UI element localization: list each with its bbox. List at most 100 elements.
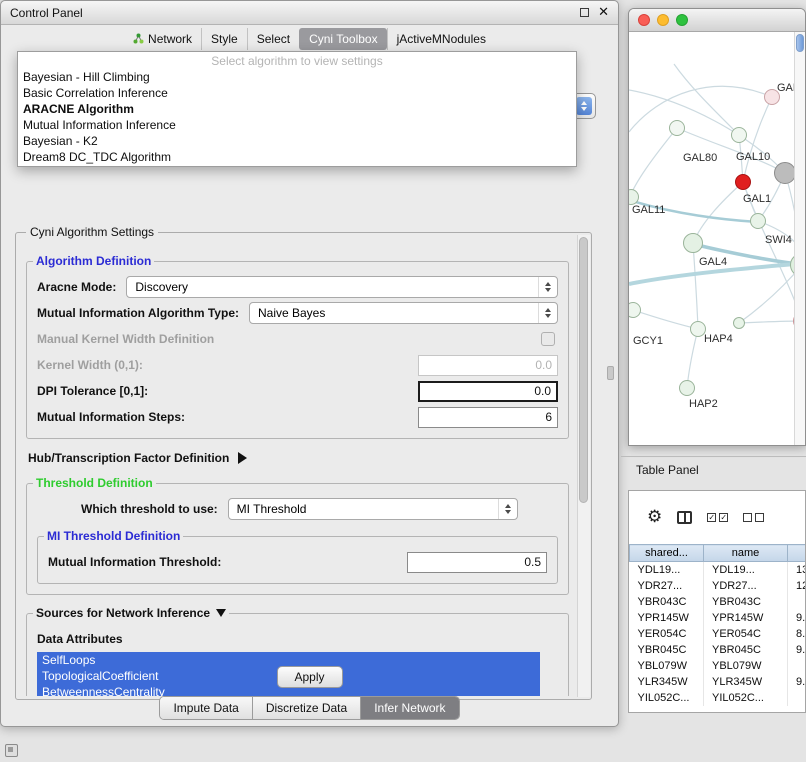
table-cell [788,658,806,674]
mi-steps-label: Mutual Information Steps: [37,410,185,424]
table-cell [788,594,806,610]
dpi-tolerance-field[interactable]: 0.0 [418,381,558,402]
combo-stepper-icon [576,97,592,115]
table-row[interactable]: YDR27...YDR27...12 [630,578,806,594]
which-threshold-select[interactable]: MI Threshold [228,498,518,520]
select-all-columns-icon[interactable]: ✓✓ [707,513,728,522]
mi-steps-field[interactable]: 6 [418,407,558,428]
table-row[interactable]: YBR045CYBR045C9. [630,642,806,658]
network-node[interactable] [731,127,747,143]
table-row[interactable]: YLR345WYLR345W9. [630,674,806,690]
control-panel-titlebar[interactable]: Control Panel ✕ [1,1,618,25]
table-row[interactable]: YBL079WYBL079W [630,658,806,674]
table-cell: YER054C [704,626,788,642]
network-node[interactable] [669,120,685,136]
menu-item-mutual-information[interactable]: Mutual Information Inference [18,117,576,133]
network-node[interactable] [774,162,796,184]
table-cell: 9. [788,642,806,658]
close-icon[interactable]: ✕ [598,6,609,19]
expand-arrow-icon[interactable] [238,452,247,464]
data-attributes-label: Data Attributes [37,632,558,646]
table-row[interactable]: YDL19...YDL19...13 [630,562,806,578]
node-attribute-table: shared... name YDL19...YDL19...13YDR27..… [629,544,806,706]
tab-jactivemnodules[interactable]: jActiveMNodules [387,28,495,50]
minimize-traffic-light-icon[interactable] [657,14,669,26]
close-traffic-light-icon[interactable] [638,14,650,26]
table-cell: YDL19... [630,562,704,578]
gear-icon[interactable]: ⚙ [647,509,662,526]
network-scrollbar[interactable] [794,32,805,445]
restore-panel-icon[interactable] [5,744,18,757]
tab-impute-data[interactable]: Impute Data [160,697,251,719]
table-cell: YBL079W [704,658,788,674]
network-canvas[interactable]: GALGAL80GAL10GAL11GAL1SWI4GAL4GCY1HAP4HA… [629,32,805,446]
mi-threshold-row: Mutual Information Threshold: 0.5 [48,551,547,573]
network-node[interactable] [683,233,703,253]
panel-splitter-handle[interactable] [607,366,614,380]
menu-item-aracne[interactable]: ARACNE Algorithm [18,101,576,117]
table-cell: YBR045C [630,642,704,658]
which-threshold-row: Which threshold to use: MI Threshold [37,498,558,520]
column-header-extra[interactable] [788,545,806,562]
mi-threshold-label: Mutual Information Threshold: [48,555,221,569]
threshold-definition-group: Threshold Definition Which threshold to … [26,483,569,595]
dpi-tolerance-row: DPI Tolerance [0,1]: 0.0 [37,380,558,402]
table-cell: YDR27... [630,578,704,594]
table-body: YDL19...YDL19...13YDR27...YDR27...12YBR0… [630,562,806,706]
network-node-label: HAP4 [704,333,733,345]
table-row[interactable]: YBR043CYBR043C [630,594,806,610]
network-node[interactable] [733,317,745,329]
network-node[interactable] [735,174,751,190]
combo-arrows-icon [538,277,557,297]
settings-scrollbar[interactable] [577,235,590,697]
hub-tf-section-header[interactable]: Hub/Transcription Factor Definition [28,451,567,465]
menu-item-dream8[interactable]: Dream8 DC_TDC Algorithm [18,149,576,165]
table-cell: 12 [788,578,806,594]
tab-style[interactable]: Style [201,28,247,50]
table-cell: YPR145W [630,610,704,626]
settings-scrollbar-thumb[interactable] [579,237,588,503]
network-window-titlebar[interactable] [629,9,805,32]
settings-scroll-area: Algorithm Definition Aracne Mode: Discov… [22,239,573,696]
table-cell: YBR045C [704,642,788,658]
table-row[interactable]: YPR145WYPR145W9. [630,610,806,626]
table-row[interactable]: YER054CYER054C8. [630,626,806,642]
tab-discretize-data[interactable]: Discretize Data [252,697,360,719]
table-row[interactable]: YIL052C...YIL052C... [630,690,806,706]
network-node[interactable] [750,213,766,229]
mi-threshold-field[interactable]: 0.5 [407,552,547,573]
menu-item-bayesian-hill-climbing[interactable]: Bayesian - Hill Climbing [18,69,576,85]
manual-kernel-width-checkbox[interactable] [541,332,555,346]
kernel-width-field[interactable]: 0.0 [418,355,558,376]
table-cell: 8. [788,626,806,642]
aracne-mode-select[interactable]: Discovery [126,276,558,298]
apply-button[interactable]: Apply [277,666,343,688]
table-cell: YIL052C... [630,690,704,706]
kernel-width-label: Kernel Width (0,1): [37,358,143,372]
deselect-all-columns-icon[interactable] [743,513,764,522]
table-cell: 9. [788,610,806,626]
zoom-traffic-light-icon[interactable] [676,14,688,26]
kernel-width-row: Kernel Width (0,1): 0.0 [37,354,558,376]
tab-cyni-toolbox[interactable]: Cyni Toolbox [299,28,386,50]
hub-tf-label: Hub/Transcription Factor Definition [28,451,229,465]
cyni-bottom-tabbar: Impute Data Discretize Data Infer Networ… [1,696,618,720]
algorithm-definition-title: Algorithm Definition [36,254,151,268]
menu-item-bayesian-k2[interactable]: Bayesian - K2 [18,133,576,149]
network-scrollbar-thumb[interactable] [796,34,804,52]
manual-kernel-width-label: Manual Kernel Width Definition [37,332,214,346]
float-window-icon[interactable] [580,8,589,17]
menu-item-basic-correlation[interactable]: Basic Correlation Inference [18,85,576,101]
collapse-arrow-icon[interactable] [216,609,226,617]
mi-algorithm-type-select[interactable]: Naive Bayes [249,302,558,324]
column-selector-icon[interactable] [677,511,692,524]
tab-infer-network[interactable]: Infer Network [360,697,458,719]
column-header-name[interactable]: name [704,545,788,562]
table-cell: YDR27... [704,578,788,594]
table-panel-header: Table Panel [621,456,806,482]
tab-select[interactable]: Select [247,28,299,50]
network-node[interactable] [679,380,695,396]
sources-section-header[interactable]: Sources for Network Inference [33,606,229,620]
column-header-shared-name[interactable]: shared... [630,545,704,562]
tab-network[interactable]: Network [124,28,201,50]
